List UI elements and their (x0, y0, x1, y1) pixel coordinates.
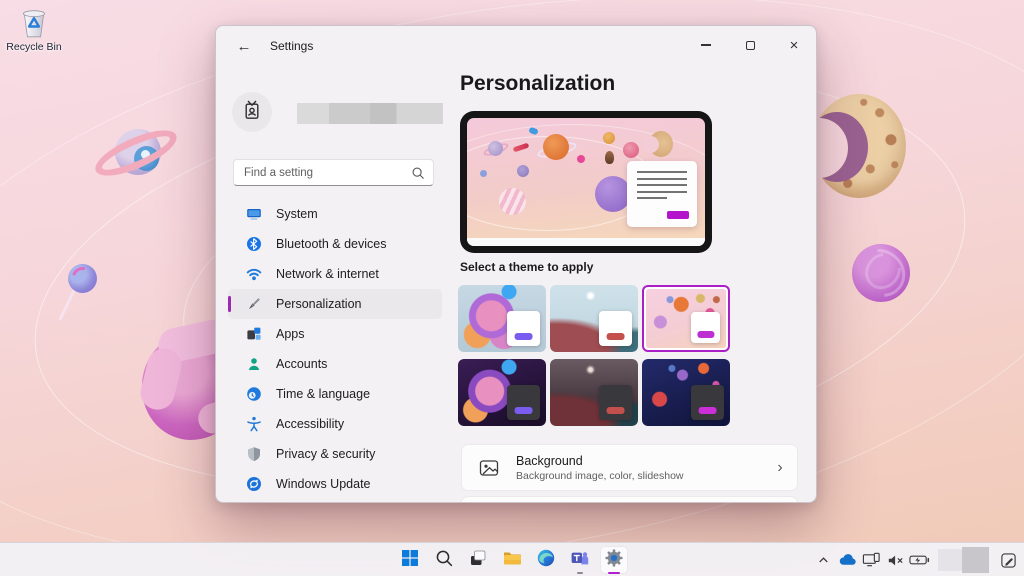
theme-section-label: Select a theme to apply (460, 260, 593, 274)
personalization-icon (245, 296, 262, 313)
file-explorer-button[interactable] (498, 546, 526, 574)
image-icon (462, 457, 516, 479)
taskbar-center (396, 546, 628, 574)
chevron-right-icon: › (763, 459, 797, 477)
taskbar-search-button[interactable] (430, 546, 458, 574)
sidebar-item-network-internet[interactable]: Network & internet (228, 259, 442, 289)
desktop-icon-recycle-bin[interactable]: Recycle Bin (5, 6, 63, 53)
theme-preview-accent-button (667, 211, 689, 219)
wallpaper-cookie-moon (808, 92, 910, 206)
page-title: Personalization (460, 72, 615, 96)
search-icon (434, 548, 454, 573)
sidebar-item-time-language[interactable]: Time & language (228, 379, 442, 409)
search-icon (407, 166, 429, 180)
theme-thumbnail-windows-light[interactable] (458, 285, 546, 352)
theme-thumbnail-windows-dark[interactable] (458, 359, 546, 426)
row-title: Background (516, 454, 763, 468)
theme-preview-wallpaper-art (467, 118, 705, 246)
user-account-card[interactable] (232, 92, 442, 134)
system-tray (813, 546, 1019, 574)
settings-taskbar-button[interactable] (600, 546, 628, 574)
taskbar (0, 542, 1024, 576)
minimize-icon (701, 44, 711, 45)
teams-icon (570, 548, 590, 573)
theme-preview-window-card (627, 161, 697, 227)
display-phone-icon[interactable] (861, 546, 882, 574)
wallpaper-saturn-planet (106, 122, 170, 186)
titlebar: ← Settings × (216, 26, 816, 66)
sidebar-item-accessibility[interactable]: Accessibility (228, 409, 442, 439)
folder-icon (502, 548, 522, 573)
background-settings-row[interactable]: Background Background image, color, slid… (461, 444, 798, 491)
desktop-icon-label: Recycle Bin (5, 41, 63, 53)
user-name-redacted (297, 103, 443, 124)
recycle-bin-icon (5, 6, 63, 40)
edge-icon (536, 548, 556, 573)
start-button[interactable] (396, 546, 424, 574)
sidebar-item-privacy-security[interactable]: Privacy & security (228, 439, 442, 469)
theme-preview-taskbar (467, 238, 705, 246)
windows-update-icon (245, 476, 262, 493)
task-view-icon (468, 548, 488, 573)
gear-icon (604, 548, 624, 573)
time-language-icon (245, 386, 262, 403)
task-view-button[interactable] (464, 546, 492, 574)
wallpaper-yarn-ball (852, 244, 910, 302)
pen-ink-icon[interactable] (998, 546, 1019, 574)
windows-start-icon (400, 548, 420, 573)
close-icon: × (790, 38, 799, 53)
settings-window: ← Settings × (215, 25, 817, 503)
id-badge-icon (241, 99, 263, 126)
apps-icon (245, 326, 262, 343)
theme-thumbnail-candy-space-light-selected[interactable] (642, 285, 730, 352)
theme-thumbnail-desert-dark[interactable] (550, 359, 638, 426)
theme-preview-image (458, 359, 546, 426)
bluetooth-icon (245, 236, 262, 253)
theme-preview-monitor (460, 111, 712, 253)
battery-charging-icon[interactable] (909, 546, 930, 574)
sidebar-item-system[interactable]: System (228, 199, 442, 229)
avatar (232, 92, 272, 132)
wallpaper-lollipop (58, 256, 108, 328)
next-settings-row-partial (461, 496, 798, 503)
desktop: Recycle Bin ← Settings × (0, 0, 1024, 576)
accounts-icon (245, 356, 262, 373)
theme-thumbnail-candy-space-dark[interactable] (642, 359, 730, 426)
sidebar-nav: System Bluetooth & devices Network & int… (228, 199, 442, 499)
network-icon (245, 266, 262, 283)
search-box[interactable] (233, 159, 434, 186)
sidebar-item-accounts[interactable]: Accounts (228, 349, 442, 379)
close-button[interactable]: × (772, 26, 816, 64)
sidebar-item-windows-update[interactable]: Windows Update (228, 469, 442, 499)
volume-muted-icon[interactable] (885, 546, 906, 574)
edge-button[interactable] (532, 546, 560, 574)
theme-thumbnail-desert-light[interactable] (550, 285, 638, 352)
window-title: Settings (270, 39, 313, 53)
row-subtitle: Background image, color, slideshow (516, 470, 763, 482)
theme-preview-image (646, 289, 726, 348)
settings-content: Personalization (454, 66, 816, 502)
back-arrow-icon: ← (237, 38, 252, 55)
sidebar-item-apps[interactable]: Apps (228, 319, 442, 349)
chevron-up-icon[interactable] (813, 546, 834, 574)
system-icon (245, 206, 262, 223)
clock-date-redacted[interactable] (938, 547, 989, 573)
teams-button[interactable] (566, 546, 594, 574)
maximize-button[interactable] (728, 26, 772, 64)
theme-preview-image (642, 359, 730, 426)
back-button[interactable]: ← (230, 34, 258, 58)
maximize-icon (746, 41, 755, 50)
theme-grid (458, 285, 730, 426)
sidebar-item-bluetooth-devices[interactable]: Bluetooth & devices (228, 229, 442, 259)
theme-preview-image (550, 359, 638, 426)
theme-preview-image (458, 285, 546, 352)
sidebar-item-personalization[interactable]: Personalization (228, 289, 442, 319)
minimize-button[interactable] (684, 26, 728, 64)
theme-preview-image (550, 285, 638, 352)
accessibility-icon (245, 416, 262, 433)
settings-sidebar: System Bluetooth & devices Network & int… (216, 66, 454, 502)
onedrive-icon[interactable] (837, 546, 858, 574)
search-input[interactable] (234, 167, 407, 179)
privacy-security-icon (245, 446, 262, 463)
